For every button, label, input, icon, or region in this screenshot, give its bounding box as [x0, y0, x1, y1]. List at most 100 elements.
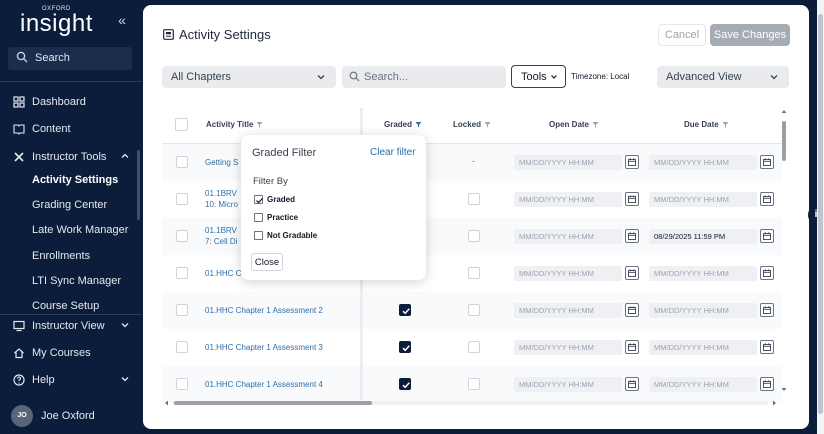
cancel-button[interactable]: Cancel — [658, 24, 706, 46]
sidebar-item-content[interactable]: Content — [0, 118, 142, 140]
save-changes-button[interactable]: Save Changes — [710, 24, 790, 46]
activity-title-link[interactable]: 01.1BRV 10: Micro — [205, 188, 238, 210]
chevron-up-icon[interactable] — [120, 151, 130, 161]
due-date-field[interactable]: MM/DD/YYYY HH:MM — [649, 266, 776, 281]
sidebar-item-course-setup[interactable]: Course Setup — [32, 300, 99, 312]
due-date-field[interactable]: MM/DD/YYYY HH:MM — [649, 155, 776, 170]
graded-checkbox[interactable] — [399, 378, 411, 390]
column-header-title[interactable]: Activity Title — [206, 120, 263, 129]
sidebar-search[interactable]: Search — [8, 47, 132, 70]
locked-checkbox[interactable] — [468, 193, 480, 205]
column-header-locked[interactable]: Locked — [453, 120, 491, 129]
sidebar-item-my-courses[interactable]: My Courses — [0, 342, 142, 364]
activity-title-link[interactable]: 01.1BRV 7: Cell Di — [205, 225, 237, 247]
open-date-input[interactable]: MM/DD/YYYY HH:MM — [514, 340, 622, 355]
open-date-field[interactable]: MM/DD/YYYY HH:MM — [514, 377, 641, 392]
calendar-button[interactable] — [625, 377, 639, 391]
scroll-right-icon[interactable] — [772, 400, 777, 406]
calendar-button[interactable] — [625, 340, 639, 354]
locked-checkbox[interactable] — [468, 230, 480, 242]
sidebar-item-late-work-manager[interactable]: Late Work Manager — [32, 224, 128, 236]
search-input[interactable] — [364, 69, 499, 85]
activity-title-link[interactable]: 01.HHC Chapter 1 Assessment 2 — [205, 305, 323, 316]
open-date-input[interactable]: MM/DD/YYYY HH:MM — [514, 192, 622, 207]
sidebar-item-enrollments[interactable]: Enrollments — [32, 250, 90, 262]
open-date-input[interactable]: MM/DD/YYYY HH:MM — [514, 303, 622, 318]
column-header-graded[interactable]: Graded — [384, 120, 422, 129]
row-select-checkbox[interactable] — [176, 378, 188, 390]
clear-filter-link[interactable]: Clear filter — [370, 147, 416, 158]
filter-option-graded[interactable]: Graded — [254, 194, 404, 206]
activity-search[interactable] — [342, 66, 506, 88]
open-date-field[interactable]: MM/DD/YYYY HH:MM — [514, 303, 641, 318]
double-chevron-left-icon[interactable]: « — [114, 12, 130, 28]
activity-title-link[interactable]: 01.HHC Chapter 1 Assessment 4 — [205, 379, 323, 390]
due-date-input[interactable]: 08/29/2025 11:59 PM — [649, 229, 757, 244]
filter-option-practice[interactable]: Practice — [254, 212, 404, 224]
filter-icon[interactable] — [256, 121, 263, 128]
scrollbar-thumb[interactable] — [782, 121, 786, 161]
filter-icon[interactable] — [484, 121, 491, 128]
calendar-button[interactable] — [760, 377, 774, 391]
column-header-open-date[interactable]: Open Date — [549, 120, 599, 129]
calendar-button[interactable] — [760, 229, 774, 243]
row-select-checkbox[interactable] — [176, 193, 188, 205]
oxford-insight-logo[interactable]: OXFORD insight — [14, 6, 124, 37]
vertical-scrollbar[interactable] — [781, 110, 787, 395]
due-date-field[interactable]: MM/DD/YYYY HH:MM — [649, 192, 776, 207]
scroll-down-icon[interactable] — [781, 387, 787, 392]
filter-option-not-gradable[interactable]: Not Gradable — [254, 230, 404, 242]
calendar-button[interactable] — [625, 192, 639, 206]
locked-checkbox[interactable] — [468, 267, 480, 279]
select-all-checkbox[interactable] — [175, 118, 188, 131]
calendar-button[interactable] — [625, 229, 639, 243]
close-button[interactable]: Close — [251, 253, 283, 271]
sidebar-item-grading-center[interactable]: Grading Center — [32, 199, 107, 211]
locked-checkbox[interactable] — [468, 378, 480, 390]
open-date-field[interactable]: MM/DD/YYYY HH:MM — [514, 229, 641, 244]
calendar-button[interactable] — [760, 155, 774, 169]
filter-active-icon[interactable] — [415, 121, 422, 128]
filter-icon[interactable] — [722, 121, 729, 128]
sidebar-item-instructor-view[interactable]: Instructor View — [0, 314, 142, 336]
due-date-input[interactable]: MM/DD/YYYY HH:MM — [649, 266, 757, 281]
calendar-button[interactable] — [625, 303, 639, 317]
due-date-field[interactable]: 08/29/2025 11:59 PM — [649, 229, 776, 244]
chevron-down-icon[interactable] — [120, 320, 130, 330]
calendar-button[interactable] — [760, 303, 774, 317]
open-date-input[interactable]: MM/DD/YYYY HH:MM — [514, 155, 622, 170]
open-date-input[interactable]: MM/DD/YYYY HH:MM — [514, 266, 622, 281]
calendar-button[interactable] — [760, 192, 774, 206]
activity-title-link[interactable]: 01.HHC C — [205, 268, 241, 279]
open-date-input[interactable]: MM/DD/YYYY HH:MM — [514, 377, 622, 392]
due-date-input[interactable]: MM/DD/YYYY HH:MM — [649, 303, 757, 318]
checkbox[interactable] — [254, 195, 263, 204]
locked-checkbox[interactable] — [468, 304, 480, 316]
due-date-input[interactable]: MM/DD/YYYY HH:MM — [649, 340, 757, 355]
horizontal-scrollbar[interactable] — [162, 400, 779, 406]
activity-title-link[interactable]: 01.HHC Chapter 1 Assessment 3 — [205, 342, 323, 353]
due-date-input[interactable]: MM/DD/YYYY HH:MM — [649, 192, 757, 207]
user-profile[interactable]: JO Joe Oxford — [0, 400, 142, 434]
row-select-checkbox[interactable] — [176, 230, 188, 242]
row-select-checkbox[interactable] — [176, 156, 188, 168]
row-select-checkbox[interactable] — [176, 304, 188, 316]
open-date-field[interactable]: MM/DD/YYYY HH:MM — [514, 155, 641, 170]
view-select[interactable]: Advanced View — [657, 66, 789, 88]
due-date-field[interactable]: MM/DD/YYYY HH:MM — [649, 303, 776, 318]
calendar-button[interactable] — [760, 340, 774, 354]
due-date-field[interactable]: MM/DD/YYYY HH:MM — [649, 340, 776, 355]
sidebar-item-lti-sync-manager[interactable]: LTI Sync Manager — [32, 275, 121, 287]
activity-title-link[interactable]: Getting S — [205, 157, 238, 168]
open-date-field[interactable]: MM/DD/YYYY HH:MM — [514, 266, 641, 281]
sidebar-scrollbar[interactable] — [137, 150, 140, 220]
due-date-input[interactable]: MM/DD/YYYY HH:MM — [649, 155, 757, 170]
open-date-field[interactable]: MM/DD/YYYY HH:MM — [514, 340, 641, 355]
page-scrollbar[interactable] — [817, 0, 824, 434]
scrollbar-thumb[interactable] — [174, 401, 372, 405]
filter-icon[interactable] — [592, 121, 599, 128]
graded-checkbox[interactable] — [399, 304, 411, 316]
scrollbar-thumb[interactable] — [818, 14, 823, 414]
sidebar-item-dashboard[interactable]: Dashboard — [0, 91, 142, 113]
due-date-input[interactable]: MM/DD/YYYY HH:MM — [649, 377, 757, 392]
